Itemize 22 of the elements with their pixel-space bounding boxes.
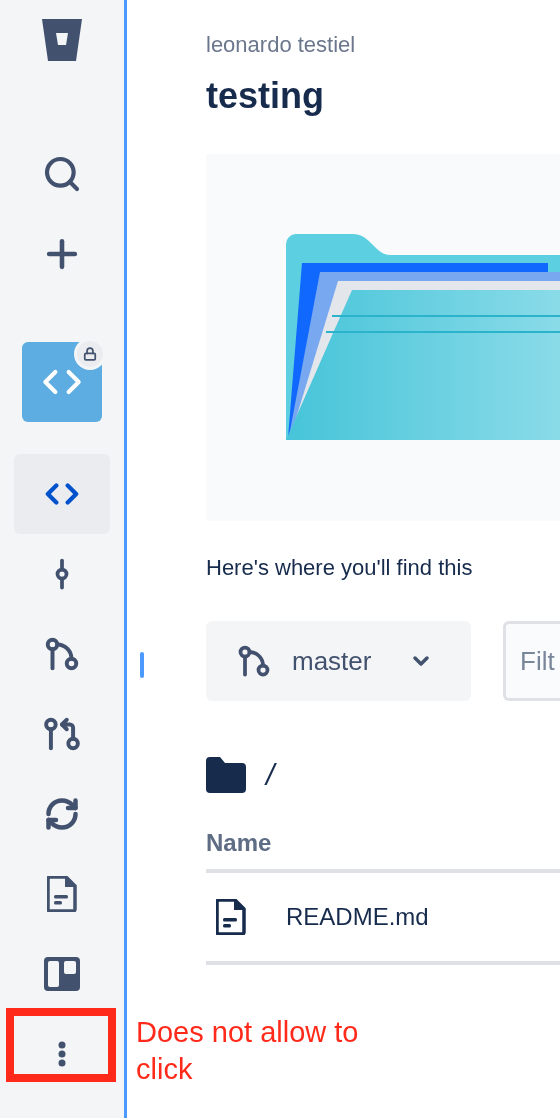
branch-icon	[43, 635, 81, 673]
branch-selector[interactable]: master	[206, 621, 471, 701]
search-icon	[42, 154, 82, 194]
board-icon	[44, 957, 80, 991]
branch-icon	[236, 643, 272, 679]
column-header: Name	[206, 829, 272, 856]
path-text: /	[266, 758, 275, 792]
pull-request-icon	[43, 715, 81, 753]
resize-handle[interactable]	[140, 652, 144, 678]
document-icon	[47, 876, 77, 912]
logo-icon[interactable]	[42, 19, 82, 61]
repository-title: testing	[206, 74, 325, 118]
file-icon	[216, 899, 246, 935]
folder-icon	[206, 757, 246, 793]
more-icon	[58, 1041, 66, 1067]
filter-field[interactable]: Filt	[503, 621, 560, 701]
refresh-icon	[44, 796, 80, 832]
description-text: Here's where you'll find this	[206, 554, 474, 582]
code-nav-item[interactable]	[14, 454, 110, 534]
owner-name: leonardo testiel	[206, 31, 357, 59]
file-name[interactable]: README.md	[286, 903, 429, 931]
annotation-text: Does not allow to click	[136, 1015, 360, 1087]
